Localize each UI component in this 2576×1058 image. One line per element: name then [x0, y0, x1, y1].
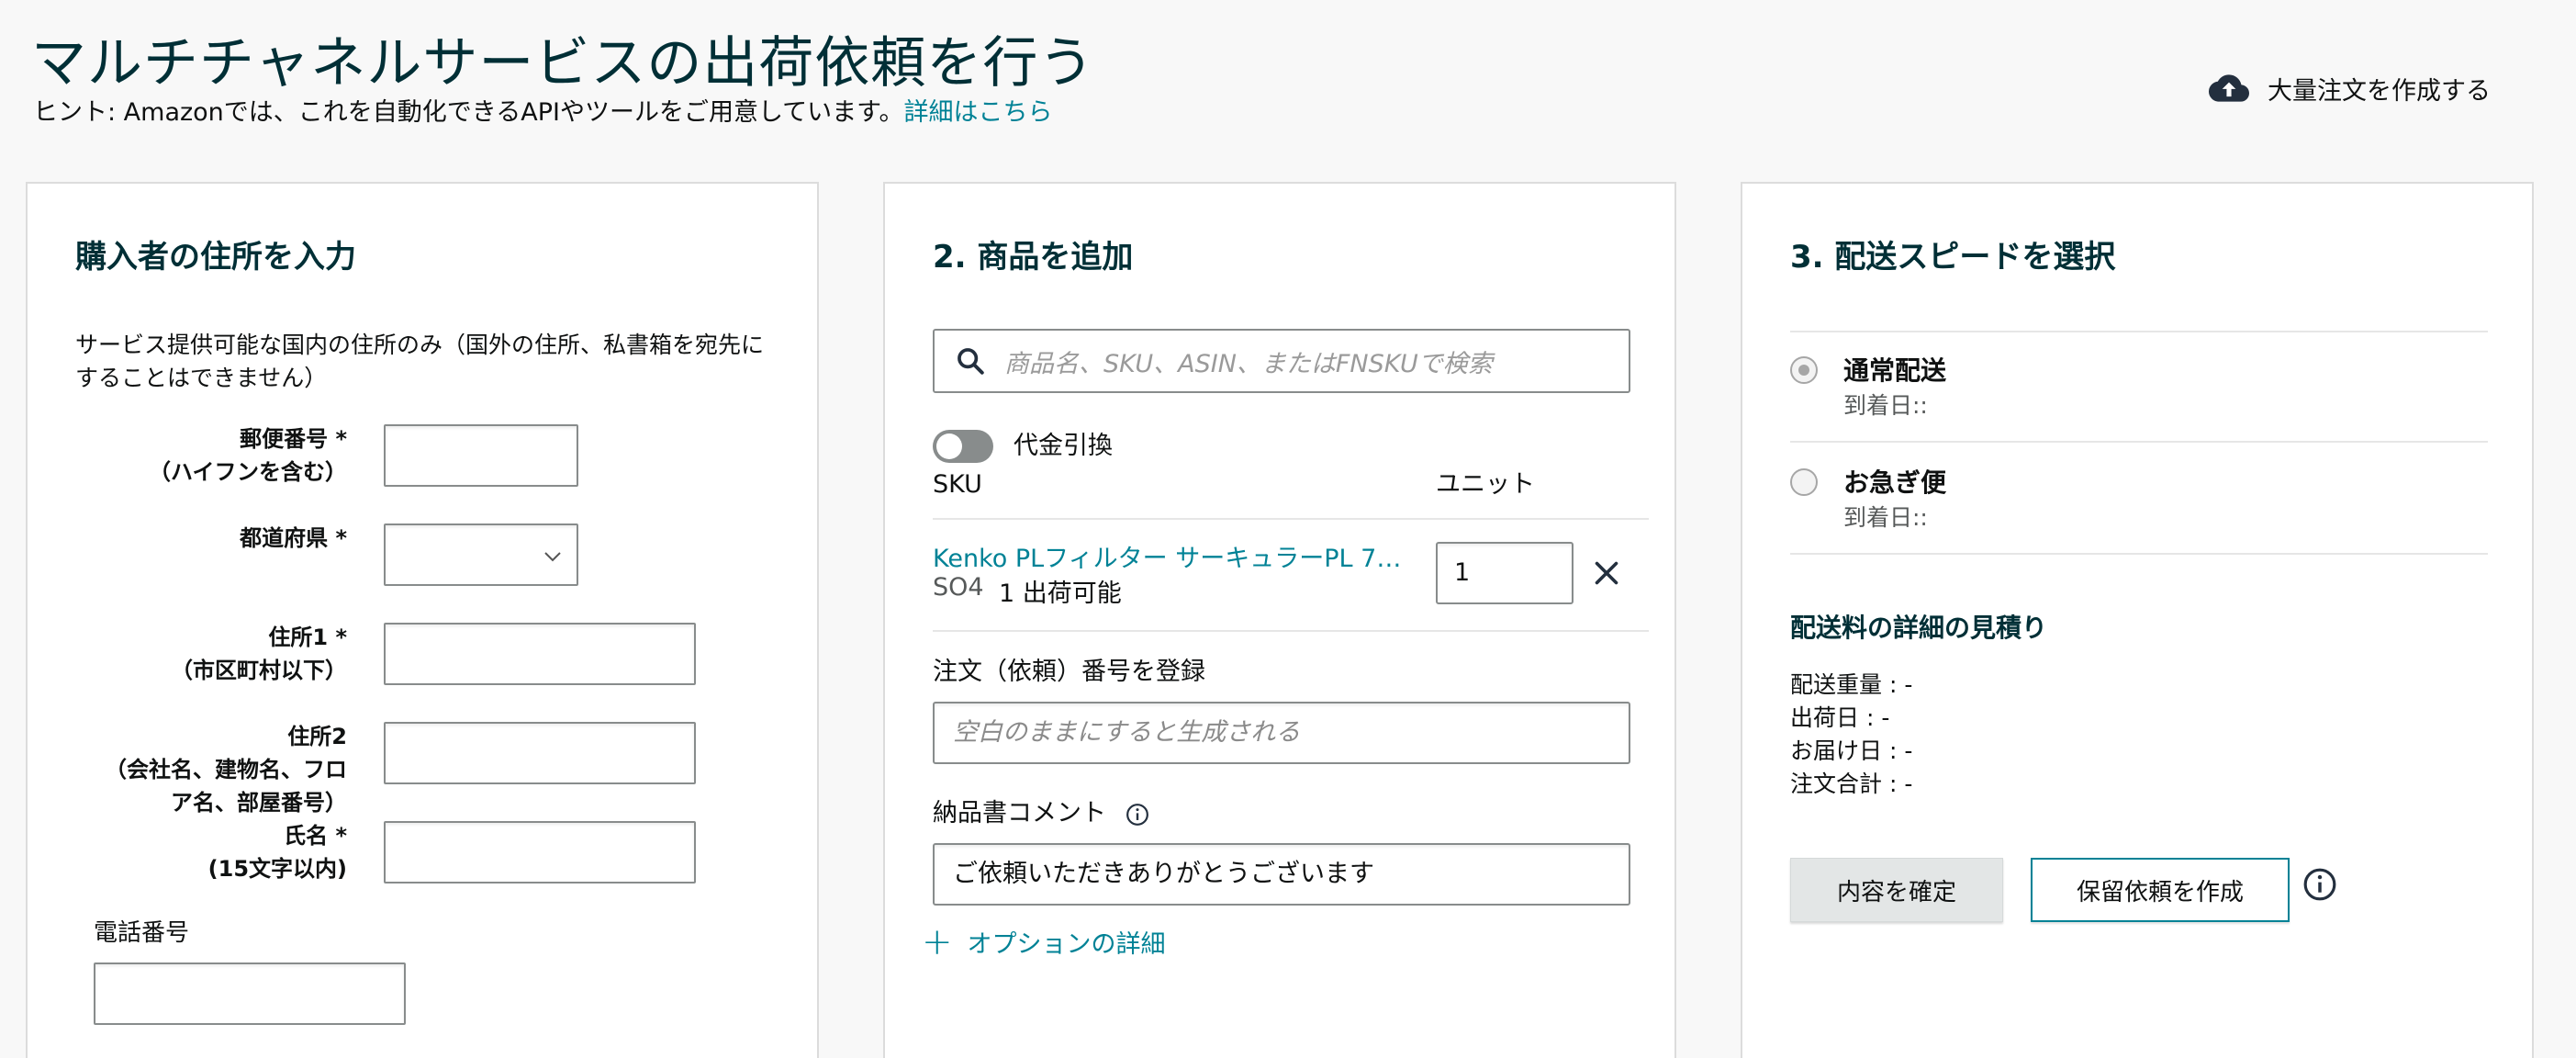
standard-shipping-label: 通常配送	[1843, 355, 1947, 386]
close-icon[interactable]	[1590, 557, 1623, 590]
search-placeholder: 商品名、SKU、ASIN、またはFNSKUで検索	[1004, 349, 1493, 378]
address2-input[interactable]	[384, 722, 696, 784]
toggle-knob	[936, 433, 962, 459]
cod-label: 代金引換	[1014, 432, 1113, 460]
product-sku: SO4	[933, 573, 984, 602]
postal-code-label-sub: （ハイフンを含む）	[149, 459, 347, 485]
phone-input[interactable]	[94, 962, 406, 1025]
units-column-header: ユニット	[1436, 470, 1535, 499]
search-icon	[958, 348, 984, 375]
info-icon[interactable]	[1126, 803, 1149, 827]
address-panel-title: 購入者の住所を入力	[75, 239, 356, 276]
address2-label-main: 住所2	[287, 724, 347, 749]
express-shipping-eta: 到着日::	[1843, 504, 1928, 531]
address2-label-sub2: ア名、部屋番号）	[171, 790, 347, 816]
address1-label-sub: （市区町村以下）	[171, 658, 347, 683]
standard-shipping-radio[interactable]	[1790, 356, 1818, 384]
shipping-panel-title: 3. 配送スピードを選択	[1790, 239, 2116, 276]
order-number-input[interactable]: 空白のままにすると生成される	[933, 702, 1630, 764]
express-shipping-label: お急ぎ便	[1843, 467, 1947, 498]
invoice-comment-input[interactable]: ご依頼いただきありがとうございます	[933, 843, 1630, 906]
hint-text: ヒント: Amazonでは、これを自動化できるAPIやツールをご用意しています。…	[33, 92, 1052, 128]
name-input[interactable]	[384, 821, 696, 884]
delivery-date: お届け日 : -	[1790, 737, 1913, 764]
order-number-label: 注文（依頼）番号を登録	[933, 658, 1205, 686]
plus-icon: +	[922, 920, 953, 963]
product-availability: 1 出荷可能	[999, 580, 1122, 608]
info-icon[interactable]	[2302, 867, 2337, 902]
bulk-order-button[interactable]: 大量注文を作成する	[2209, 68, 2491, 108]
shipping-estimate-title: 配送料の詳細の見積り	[1790, 613, 2048, 643]
ship-date: 出荷日 : -	[1790, 704, 1890, 731]
chevron-down-icon	[544, 552, 561, 562]
row-divider	[933, 630, 1649, 632]
divider	[1790, 553, 2488, 555]
address1-input[interactable]	[384, 623, 696, 685]
address-description: サービス提供可能な国内の住所のみ（国外の住所、私書箱を宛先にすることはできません…	[75, 332, 765, 391]
product-search-input[interactable]: 商品名、SKU、ASIN、またはFNSKUで検索	[933, 329, 1630, 393]
row-divider	[933, 518, 1649, 520]
divider	[1790, 331, 2488, 332]
express-shipping-radio[interactable]	[1790, 468, 1818, 496]
invoice-comment-label-text: 納品書コメント	[933, 799, 1106, 827]
name-label: 氏名 * (15文字以内)	[208, 819, 347, 885]
order-total: 注文合計 : -	[1790, 771, 1913, 797]
quantity-input[interactable]: 1	[1436, 542, 1574, 604]
sku-column-header: SKU	[933, 470, 982, 499]
shipping-weight: 配送重量 : -	[1790, 671, 1913, 698]
option-details-link[interactable]: + オプションの詳細	[922, 920, 1166, 963]
address2-label-sub1: （会社名、建物名、フロ	[105, 757, 347, 782]
cloud-upload-icon	[2209, 74, 2249, 102]
create-hold-button[interactable]: 保留依頼を作成	[2031, 858, 2290, 922]
prefecture-select[interactable]	[384, 523, 578, 586]
page-title: マルチチャネルサービスの出荷依頼を行う	[31, 31, 1095, 96]
postal-code-input[interactable]	[384, 424, 578, 487]
cod-toggle[interactable]	[933, 430, 993, 463]
confirm-button[interactable]: 内容を確定	[1790, 858, 2003, 922]
option-details-label: オプションの詳細	[967, 930, 1166, 959]
radio-selected-dot	[1798, 365, 1809, 376]
products-panel: 2. 商品を追加 商品名、SKU、ASIN、またはFNSKUで検索 代金引換 S…	[883, 182, 1676, 1058]
address1-label: 住所1 * （市区町村以下）	[171, 621, 347, 687]
product-name-link[interactable]: Kenko PLフィルター サーキュラーPL 77mm	[933, 538, 1410, 574]
learn-more-link[interactable]: 詳細はこちら	[903, 98, 1052, 127]
hint-message: ヒント: Amazonでは、これを自動化できるAPIやツールをご用意しています。	[33, 98, 904, 127]
products-panel-title: 2. 商品を追加	[933, 239, 1134, 276]
divider	[1790, 441, 2488, 443]
name-label-sub: (15文字以内)	[207, 856, 347, 882]
bulk-order-label: 大量注文を作成する	[2268, 76, 2491, 106]
invoice-comment-label: 納品書コメント	[933, 797, 1149, 830]
standard-shipping-eta: 到着日::	[1843, 392, 1928, 419]
postal-code-label: 郵便番号 * （ハイフンを含む）	[149, 422, 347, 489]
prefecture-label: 都道府県 *	[240, 525, 347, 551]
phone-label: 電話番号	[94, 919, 190, 947]
shipping-panel: 3. 配送スピードを選択 通常配送 到着日:: お急ぎ便 到着日:: 配送料の詳…	[1741, 182, 2534, 1058]
address2-label: 住所2 （会社名、建物名、フロ ア名、部屋番号）	[105, 720, 347, 819]
address-panel: 購入者の住所を入力 サービス提供可能な国内の住所のみ（国外の住所、私書箱を宛先に…	[26, 182, 819, 1058]
postal-code-label-main: 郵便番号 *	[240, 426, 347, 452]
name-label-main: 氏名 *	[284, 823, 347, 849]
address1-label-main: 住所1 *	[268, 625, 347, 650]
